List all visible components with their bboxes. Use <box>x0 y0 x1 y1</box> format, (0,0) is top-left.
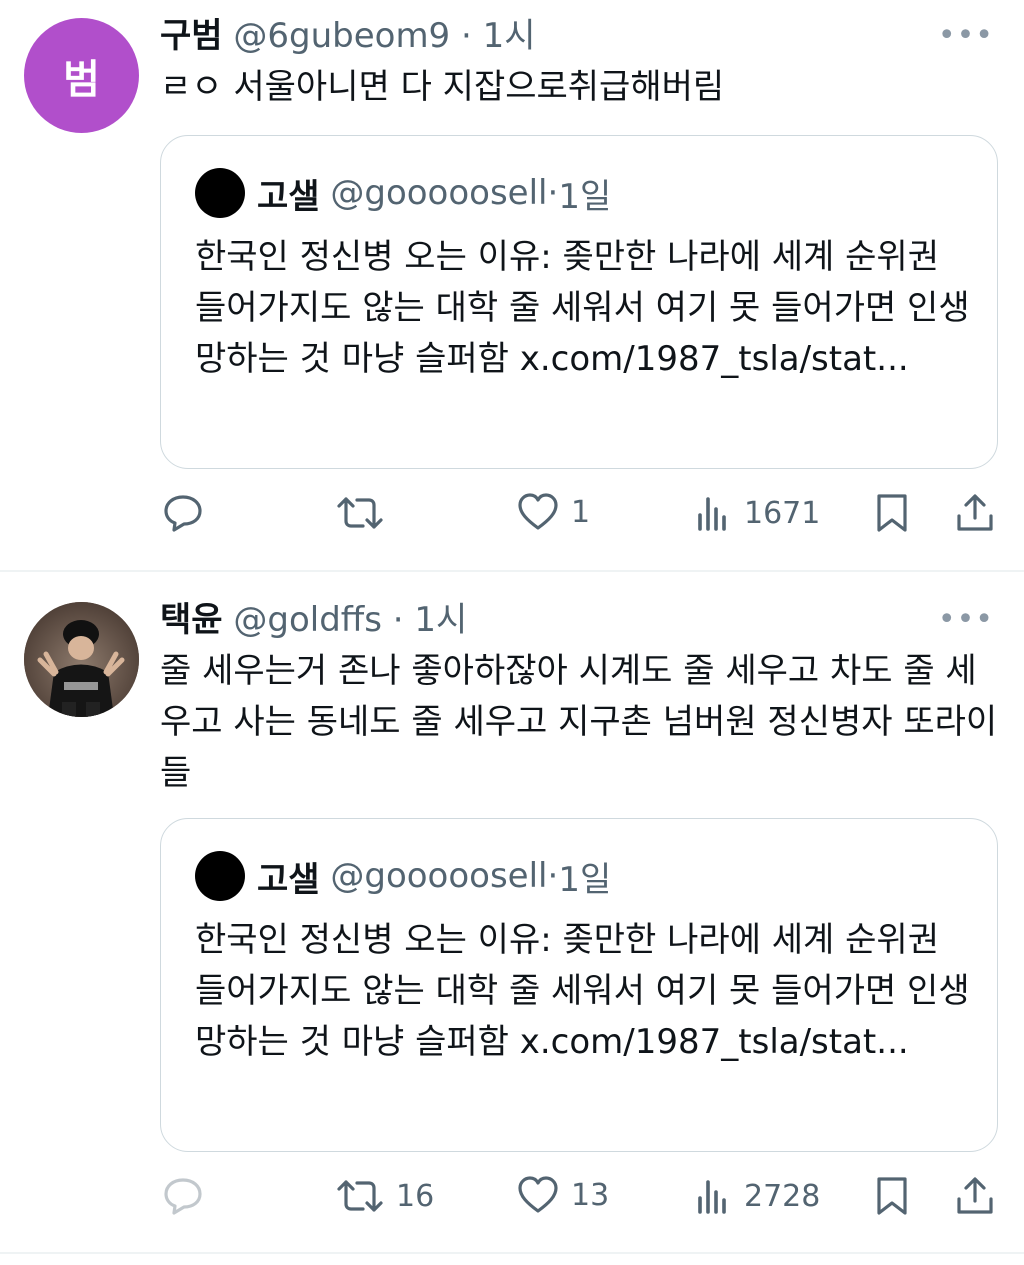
like-button[interactable]: 1 <box>517 492 590 532</box>
share-icon <box>957 494 993 531</box>
quoted-avatar <box>195 851 245 901</box>
quoted-author-handle: @gooooosell <box>330 173 548 213</box>
avatar-initial: 범 <box>63 56 100 103</box>
tweet-text: ㄹㅇ 서울아니면 다 지잡으로취급해버림 <box>160 67 725 107</box>
bookmark-button[interactable] <box>874 1175 910 1217</box>
tweet[interactable]: 택윤 @goldffs · 1시 ••• 줄 세우는거 존나 좋아하잖아 시계도… <box>0 572 1024 1252</box>
divider <box>0 1252 1024 1254</box>
quoted-author-handle: @gooooosell <box>330 856 548 896</box>
views-button[interactable]: 2728 <box>696 1176 820 1216</box>
quoted-avatar <box>195 168 245 218</box>
tweet-text: 줄 세우는거 존나 좋아하잖아 시계도 줄 세우고 차도 줄 세우고 사는 동네… <box>160 651 998 793</box>
retweet-button[interactable]: 16 <box>336 1176 434 1216</box>
quoted-author-name: 고샐 <box>257 176 320 217</box>
views-icon <box>698 497 726 531</box>
quoted-header: 고샐 @gooooosell · 1일 <box>195 168 611 218</box>
avatar[interactable]: 범 <box>24 18 139 133</box>
avatar-photo <box>24 602 139 717</box>
bookmark-icon <box>877 1177 907 1215</box>
quoted-text: 한국인 정신병 오는 이유: 좆만한 나라에 세계 순위권 들어가지도 않는 대… <box>195 920 970 1062</box>
dot-separator: · <box>450 16 483 56</box>
more-icon[interactable]: ••• <box>938 605 994 635</box>
retweet-icon <box>337 497 383 529</box>
quoted-timestamp: 1일 <box>558 859 612 900</box>
dot-separator: · <box>547 173 559 213</box>
like-count: 13 <box>571 1177 610 1213</box>
quoted-timestamp: 1일 <box>558 176 612 217</box>
author-handle[interactable]: @goldffs <box>233 600 382 640</box>
dot-separator: · <box>381 600 415 640</box>
action-bar: 1 1671 <box>0 488 1024 538</box>
quoted-tweet[interactable]: 고샐 @gooooosell · 1일 한국인 정신병 오는 이유: 좆만한 나… <box>160 818 998 1152</box>
timestamp[interactable]: 1시 <box>483 16 536 56</box>
share-icon <box>957 1177 993 1214</box>
bookmark-icon <box>877 494 907 532</box>
tweet[interactable]: 범 구범 @6gubeom9 · 1시 ••• ㄹㅇ 서울아니면 다 지잡으로취… <box>0 0 1024 570</box>
like-button[interactable]: 13 <box>517 1175 609 1215</box>
views-count: 2728 <box>744 1178 821 1214</box>
share-button[interactable] <box>955 1175 995 1217</box>
like-icon <box>518 493 558 530</box>
tweet-header: 구범 @6gubeom9 · 1시 <box>160 16 536 56</box>
reply-icon <box>164 1178 202 1215</box>
reply-button[interactable] <box>162 1176 204 1216</box>
timestamp[interactable]: 1시 <box>414 600 467 640</box>
quoted-header: 고샐 @gooooosell · 1일 <box>195 851 611 901</box>
dot-separator: · <box>547 856 559 896</box>
like-count: 1 <box>571 494 591 530</box>
action-bar: 16 13 2728 <box>0 1171 1024 1221</box>
retweet-count: 16 <box>396 1178 435 1214</box>
quoted-text: 한국인 정신병 오는 이유: 좆만한 나라에 세계 순위권 들어가지도 않는 대… <box>195 237 970 379</box>
share-button[interactable] <box>955 492 995 534</box>
retweet-icon <box>337 1180 383 1212</box>
quoted-author-name: 고샐 <box>257 859 320 900</box>
views-icon <box>698 1180 726 1214</box>
retweet-button[interactable] <box>336 493 396 533</box>
avatar[interactable] <box>24 602 139 717</box>
quoted-tweet[interactable]: 고샐 @gooooosell · 1일 한국인 정신병 오는 이유: 좆만한 나… <box>160 135 998 469</box>
bookmark-button[interactable] <box>874 492 910 534</box>
reply-icon <box>164 495 202 532</box>
views-button[interactable]: 1671 <box>696 493 820 533</box>
author-handle[interactable]: @6gubeom9 <box>233 16 450 56</box>
author-name[interactable]: 택윤 <box>160 600 223 640</box>
author-name[interactable]: 구범 <box>160 16 223 56</box>
reply-button[interactable] <box>162 493 204 533</box>
tweet-header: 택윤 @goldffs · 1시 <box>160 600 467 640</box>
more-icon[interactable]: ••• <box>938 21 994 51</box>
like-icon <box>518 1176 558 1213</box>
views-count: 1671 <box>744 495 821 531</box>
